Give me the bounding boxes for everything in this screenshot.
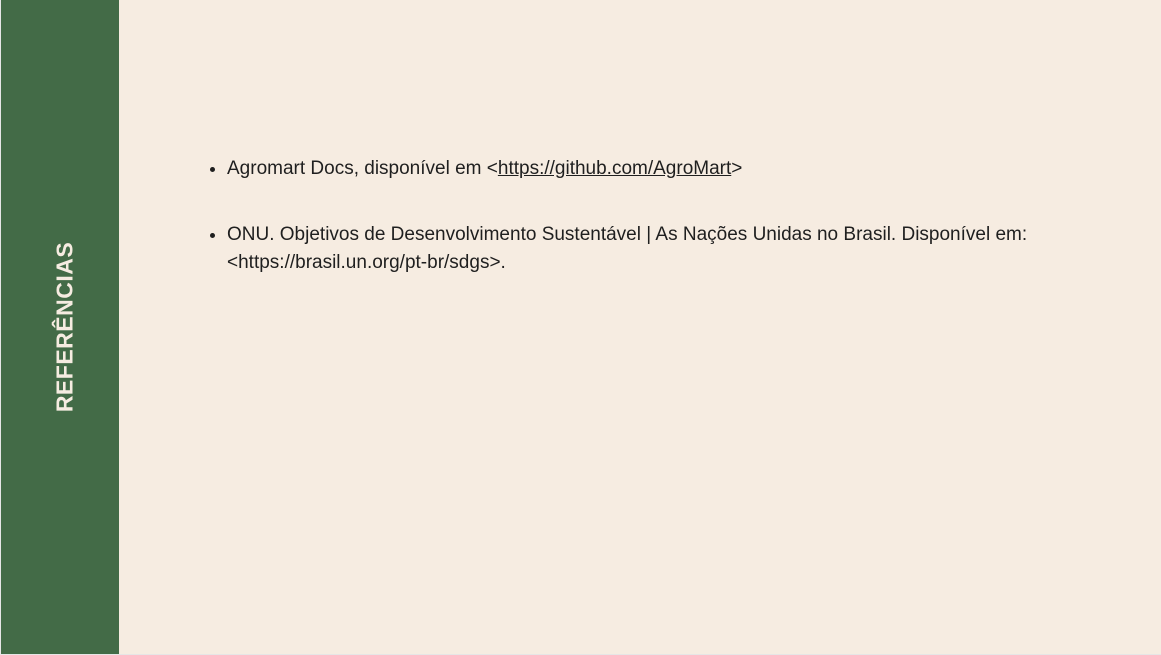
reference-item: ONU. Objetivos de Desenvolvimento Susten… — [227, 221, 1107, 277]
reference-text: > — [731, 158, 743, 179]
reference-text: Agromart Docs, disponível em < — [227, 158, 498, 179]
reference-text: ONU. Objetivos de Desenvolvimento Susten… — [227, 224, 1028, 273]
slide-title: REFERÊNCIAS — [51, 241, 78, 413]
sidebar: REFERÊNCIAS — [1, 0, 119, 654]
slide: REFERÊNCIAS Agromart Docs, disponível em… — [1, 0, 1161, 654]
github-link[interactable]: https://github.com/AgroMart — [498, 158, 731, 179]
reference-item: Agromart Docs, disponível em <https://gi… — [227, 155, 1107, 183]
reference-list: Agromart Docs, disponível em <https://gi… — [209, 155, 1107, 315]
